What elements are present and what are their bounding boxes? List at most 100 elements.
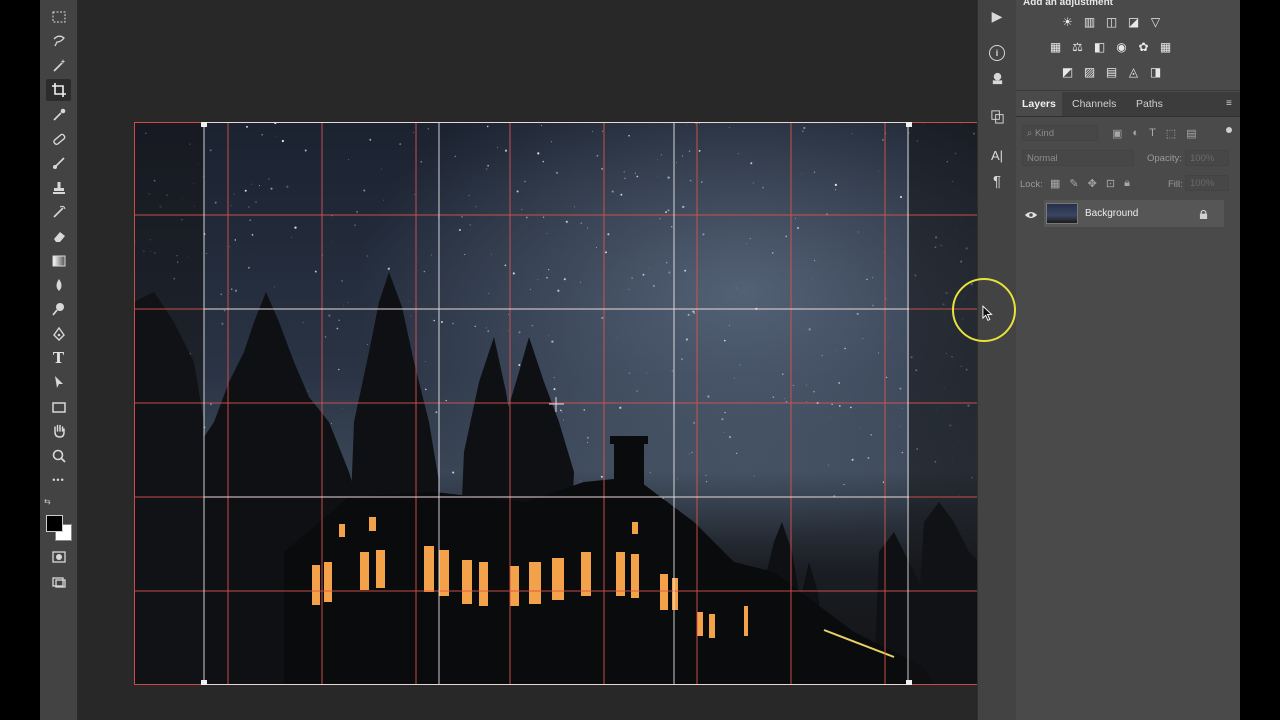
layer-lock-icon bbox=[1199, 207, 1208, 225]
eyedropper-tool-icon[interactable] bbox=[46, 104, 71, 126]
libraries-icon[interactable] bbox=[987, 68, 1007, 88]
selective-color-icon[interactable]: ◬ bbox=[1126, 64, 1141, 79]
filter-smart-object-icon[interactable]: ▤ bbox=[1186, 127, 1196, 140]
posterize-icon[interactable]: ▨ bbox=[1082, 64, 1097, 79]
lasso-tool-icon[interactable] bbox=[46, 30, 71, 52]
invert-icon[interactable]: ◩ bbox=[1060, 64, 1075, 79]
lock-label: Lock: bbox=[1020, 179, 1043, 190]
document-canvas[interactable] bbox=[78, 0, 979, 720]
quick-mask-icon[interactable] bbox=[46, 546, 71, 568]
info-glyph: i bbox=[995, 48, 999, 58]
crop-handle-bottom-left[interactable] bbox=[201, 680, 207, 685]
photoshop-window: T ••• ⇆ ▶ i A| ¶ Add an adjustment ☀ ▥ ◫… bbox=[40, 0, 1240, 720]
right-panel: Add an adjustment ☀ ▥ ◫ ◪ ▽ ▦ ⚖ ◧ ◉ ✿ ▦ … bbox=[1016, 0, 1240, 720]
layers-panel-tabs: Layers Channels Paths ≡ bbox=[1016, 92, 1240, 117]
more-tools-glyph: ••• bbox=[52, 475, 65, 485]
hue-saturation-icon[interactable]: ▦ bbox=[1048, 39, 1063, 54]
dodge-tool-icon[interactable] bbox=[46, 298, 71, 320]
magic-wand-tool-icon[interactable] bbox=[46, 55, 71, 77]
lock-all-icon[interactable]: 🔒︎ bbox=[1124, 177, 1130, 190]
fill-label: Fill: bbox=[1168, 179, 1183, 190]
filter-pixel-icon[interactable]: ▣ bbox=[1112, 127, 1122, 140]
marquee-tool-icon[interactable] bbox=[46, 6, 71, 28]
character-icon[interactable]: A| bbox=[987, 145, 1007, 165]
layer-row[interactable]: Background bbox=[1016, 200, 1240, 227]
foreground-color-swatch[interactable] bbox=[46, 515, 63, 532]
path-selection-tool-icon[interactable] bbox=[46, 371, 71, 393]
levels-icon[interactable]: ▥ bbox=[1082, 14, 1097, 29]
mouse-pointer-icon bbox=[982, 305, 993, 327]
crop-handle-bottom-right[interactable] bbox=[906, 680, 912, 685]
panel-menu-icon[interactable]: ≡ bbox=[1226, 98, 1235, 109]
adjustments-row-2: ▦ ⚖ ◧ ◉ ✿ ▦ bbox=[1048, 39, 1173, 54]
tab-paths[interactable]: Paths bbox=[1130, 92, 1169, 116]
crop-tool-icon[interactable] bbox=[46, 79, 71, 101]
color-balance-icon[interactable]: ⚖ bbox=[1070, 39, 1085, 54]
layer-name[interactable]: Background bbox=[1085, 208, 1138, 219]
lock-row: Lock: ▦ ✎ ✥ ⊡ 🔒︎ Fill: 100% bbox=[1016, 172, 1240, 196]
filter-adjustment-icon[interactable]: ◐ bbox=[1132, 127, 1139, 140]
layer-thumbnail bbox=[1046, 203, 1078, 224]
exposure-icon[interactable]: ◪ bbox=[1126, 14, 1141, 29]
tab-layers[interactable]: Layers bbox=[1016, 92, 1062, 116]
opacity-label: Opacity: bbox=[1147, 153, 1182, 164]
adjustments-row-3: ◩ ▨ ▤ ◬ ◨ bbox=[1060, 64, 1163, 79]
brightness-icon[interactable]: ☀ bbox=[1060, 14, 1075, 29]
crop-guides bbox=[134, 122, 979, 685]
crop-handle-top-right[interactable] bbox=[906, 122, 912, 127]
layer-filter-kind[interactable]: ⌕ Kind bbox=[1022, 125, 1098, 141]
lock-transparent-icon[interactable]: ▦ bbox=[1050, 177, 1060, 190]
info-icon[interactable]: i bbox=[987, 43, 1007, 63]
lock-artboard-icon[interactable]: ⊡ bbox=[1106, 177, 1115, 190]
fill-field[interactable]: 100% bbox=[1185, 175, 1229, 191]
blend-mode-select[interactable]: Normal bbox=[1022, 150, 1134, 166]
lock-pixels-icon[interactable]: ✎ bbox=[1069, 177, 1078, 190]
play-icon[interactable]: ▶ bbox=[987, 6, 1007, 26]
hand-tool-icon[interactable] bbox=[46, 420, 71, 442]
clone-stamp-tool-icon[interactable] bbox=[46, 177, 71, 199]
blur-tool-icon[interactable] bbox=[46, 274, 71, 296]
more-tools-icon[interactable]: ••• bbox=[46, 469, 71, 491]
filter-shape-icon[interactable]: ⬚ bbox=[1166, 127, 1176, 140]
rectangle-tool-icon[interactable] bbox=[46, 396, 71, 418]
gradient-tool-icon[interactable] bbox=[46, 250, 71, 272]
history-brush-tool-icon[interactable] bbox=[46, 201, 71, 223]
curves-icon[interactable]: ◫ bbox=[1104, 14, 1119, 29]
lock-position-icon[interactable]: ✥ bbox=[1088, 177, 1097, 190]
paragraph-glyph: ¶ bbox=[992, 172, 1002, 190]
channel-mixer-icon[interactable]: ✿ bbox=[1136, 39, 1151, 54]
black-white-icon[interactable]: ◧ bbox=[1092, 39, 1107, 54]
type-tool-icon[interactable]: T bbox=[46, 347, 71, 369]
filter-type-icon[interactable]: T bbox=[1149, 127, 1156, 140]
crop-center-mark bbox=[549, 397, 564, 412]
character-glyph: A| bbox=[990, 147, 1004, 163]
color-lookup-icon[interactable]: ▦ bbox=[1158, 39, 1173, 54]
opacity-field[interactable]: 100% bbox=[1185, 150, 1229, 166]
vibrance-icon[interactable]: ▽ bbox=[1148, 14, 1163, 29]
layer-filter-kind-value: Kind bbox=[1034, 128, 1054, 139]
filter-row: ⌕ Kind ▣ ◐ T ⬚ ▤ bbox=[1016, 122, 1240, 146]
zoom-tool-icon[interactable] bbox=[46, 445, 71, 467]
blend-row: Normal Opacity: 100% bbox=[1016, 147, 1240, 171]
visibility-eye-icon[interactable] bbox=[1024, 207, 1038, 225]
adjustments-panel: Add an adjustment ☀ ▥ ◫ ◪ ▽ ▦ ⚖ ◧ ◉ ✿ ▦ … bbox=[1016, 0, 1240, 91]
crop-overlay[interactable] bbox=[134, 122, 979, 685]
history-icon[interactable] bbox=[987, 106, 1007, 126]
threshold-icon[interactable]: ▤ bbox=[1104, 64, 1119, 79]
photo-filter-icon[interactable]: ◉ bbox=[1114, 39, 1129, 54]
type-tool-glyph: T bbox=[52, 349, 65, 367]
crop-handle-top-left[interactable] bbox=[201, 122, 207, 127]
healing-brush-tool-icon[interactable] bbox=[46, 128, 71, 150]
gradient-map-icon[interactable]: ◨ bbox=[1148, 64, 1163, 79]
adjustments-row-1: ☀ ▥ ◫ ◪ ▽ bbox=[1060, 14, 1163, 29]
paragraph-icon[interactable]: ¶ bbox=[987, 171, 1007, 191]
brush-tool-icon[interactable] bbox=[46, 152, 71, 174]
eraser-tool-icon[interactable] bbox=[46, 225, 71, 247]
screen-mode-icon[interactable] bbox=[46, 571, 71, 593]
filter-toggle[interactable] bbox=[1226, 127, 1232, 133]
swap-colors-icon[interactable]: ⇆ bbox=[44, 497, 51, 506]
search-icon: ⌕ bbox=[1027, 128, 1035, 139]
tab-channels[interactable]: Channels bbox=[1066, 92, 1122, 116]
pen-tool-icon[interactable] bbox=[46, 323, 71, 345]
panel-dock: ▶ i A| ¶ bbox=[977, 0, 1017, 720]
